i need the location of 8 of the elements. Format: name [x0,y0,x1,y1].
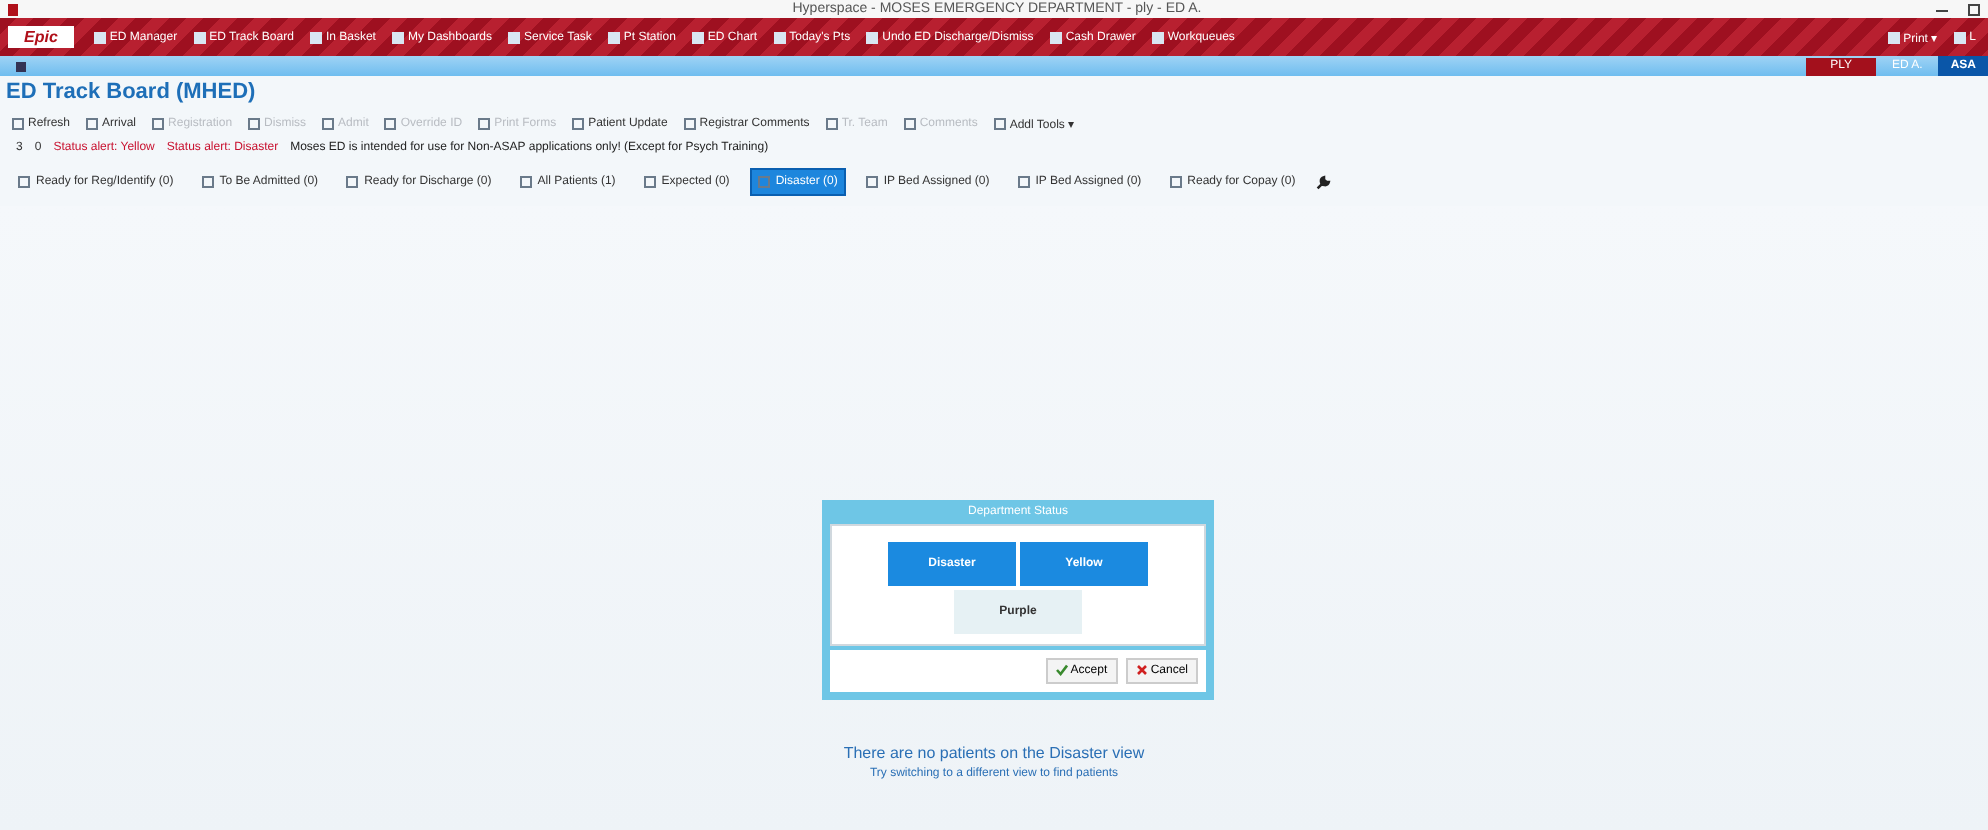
close-icon [1135,664,1148,676]
checkmark-icon [1055,664,1068,676]
epic-logo-button[interactable]: Epic [8,26,74,48]
empty-message: There are no patients on the Disaster view [841,744,1147,762]
page-heading: ED Track Board (MHED) [4,78,258,108]
maximize-icon[interactable] [1968,3,1980,15]
app-icon [8,3,18,15]
wrench-icon[interactable] [1315,174,1332,190]
